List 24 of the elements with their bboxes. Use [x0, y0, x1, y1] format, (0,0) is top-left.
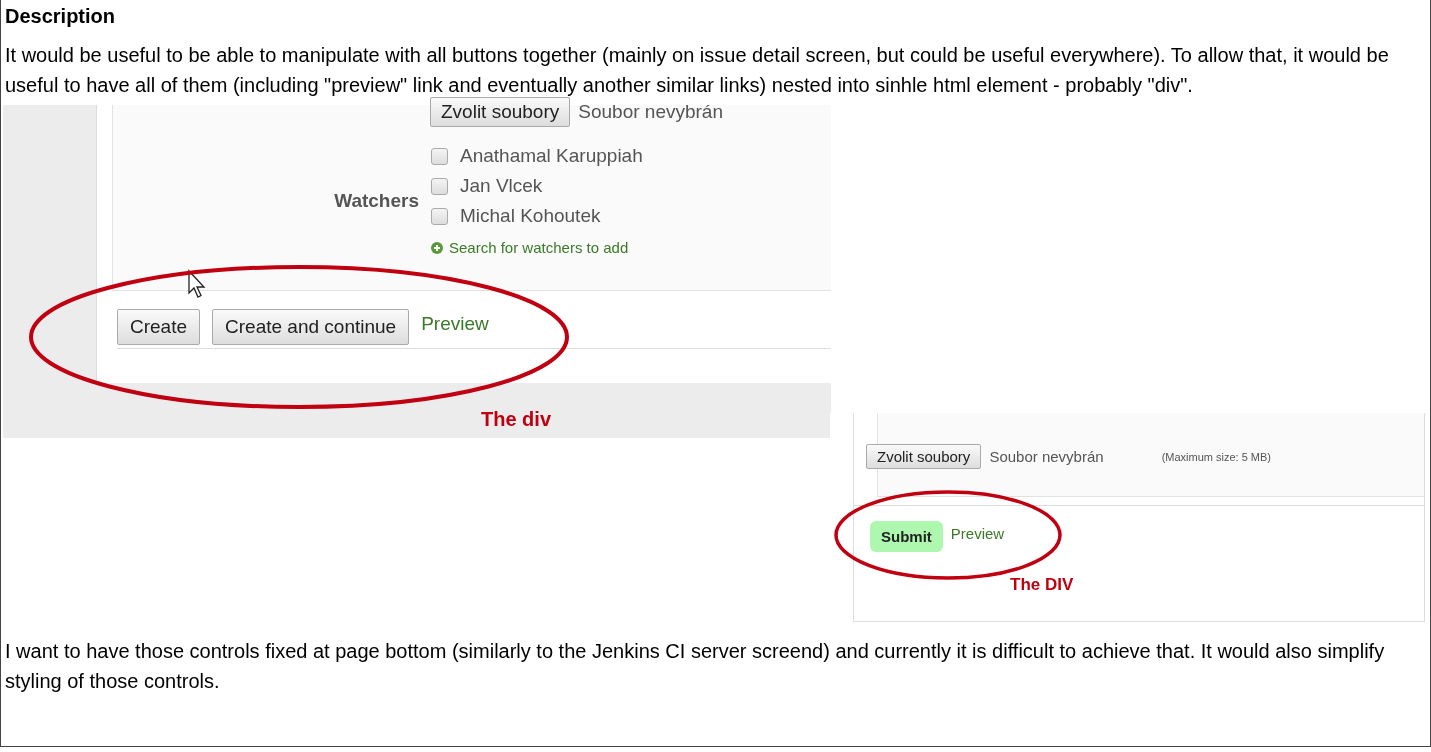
section-heading: Description — [5, 4, 117, 28]
checkbox[interactable] — [431, 147, 448, 165]
preview-link[interactable]: Preview — [950, 525, 1005, 542]
choose-files-button[interactable]: Zvolit soubory — [430, 97, 571, 127]
watchers-label: Watchers — [333, 189, 419, 212]
description-paragraph: It would be useful to be able to manipulate with all buttons together (mainly on issue detail screen, but could be useful everywhere). To allow that, it would be useful to have all of them (including "preview" link and eventually another similar links) nested into sinhle html element - probably "div". — [5, 43, 1390, 98]
file-status-text: Soubor nevybrán — [578, 101, 723, 123]
watcher-name: Jan Vlcek — [460, 175, 543, 197]
preview-link[interactable]: Preview — [421, 313, 489, 335]
form-button[interactable]: Create — [117, 309, 201, 345]
choose-files-button[interactable]: Zvolit soubory — [866, 444, 982, 469]
search-watchers-link[interactable]: Search for watchers to add — [449, 239, 629, 256]
checkbox[interactable] — [431, 207, 448, 225]
watcher-name: Anathamal Karuppiah — [460, 145, 643, 167]
form-button[interactable]: Create and continue — [212, 309, 410, 345]
file-status-text: Soubor nevybrán — [989, 448, 1104, 465]
annotation-label: The DIV — [1010, 575, 1074, 595]
submit-button[interactable]: Submit — [870, 521, 943, 552]
annotation-label: The div — [481, 408, 551, 431]
max-size-note: (Maximum size: 5 MB) — [1161, 450, 1272, 463]
checkbox[interactable] — [431, 177, 448, 195]
plus-icon — [431, 241, 443, 254]
description-paragraph: I want to have those controls fixed at page bottom (similarly to the Jenkins CI server screend) and currently it is difficult to achieve that. It would also simplify styling of those controls. — [5, 639, 1386, 694]
watcher-name: Michal Kohoutek — [460, 205, 601, 227]
